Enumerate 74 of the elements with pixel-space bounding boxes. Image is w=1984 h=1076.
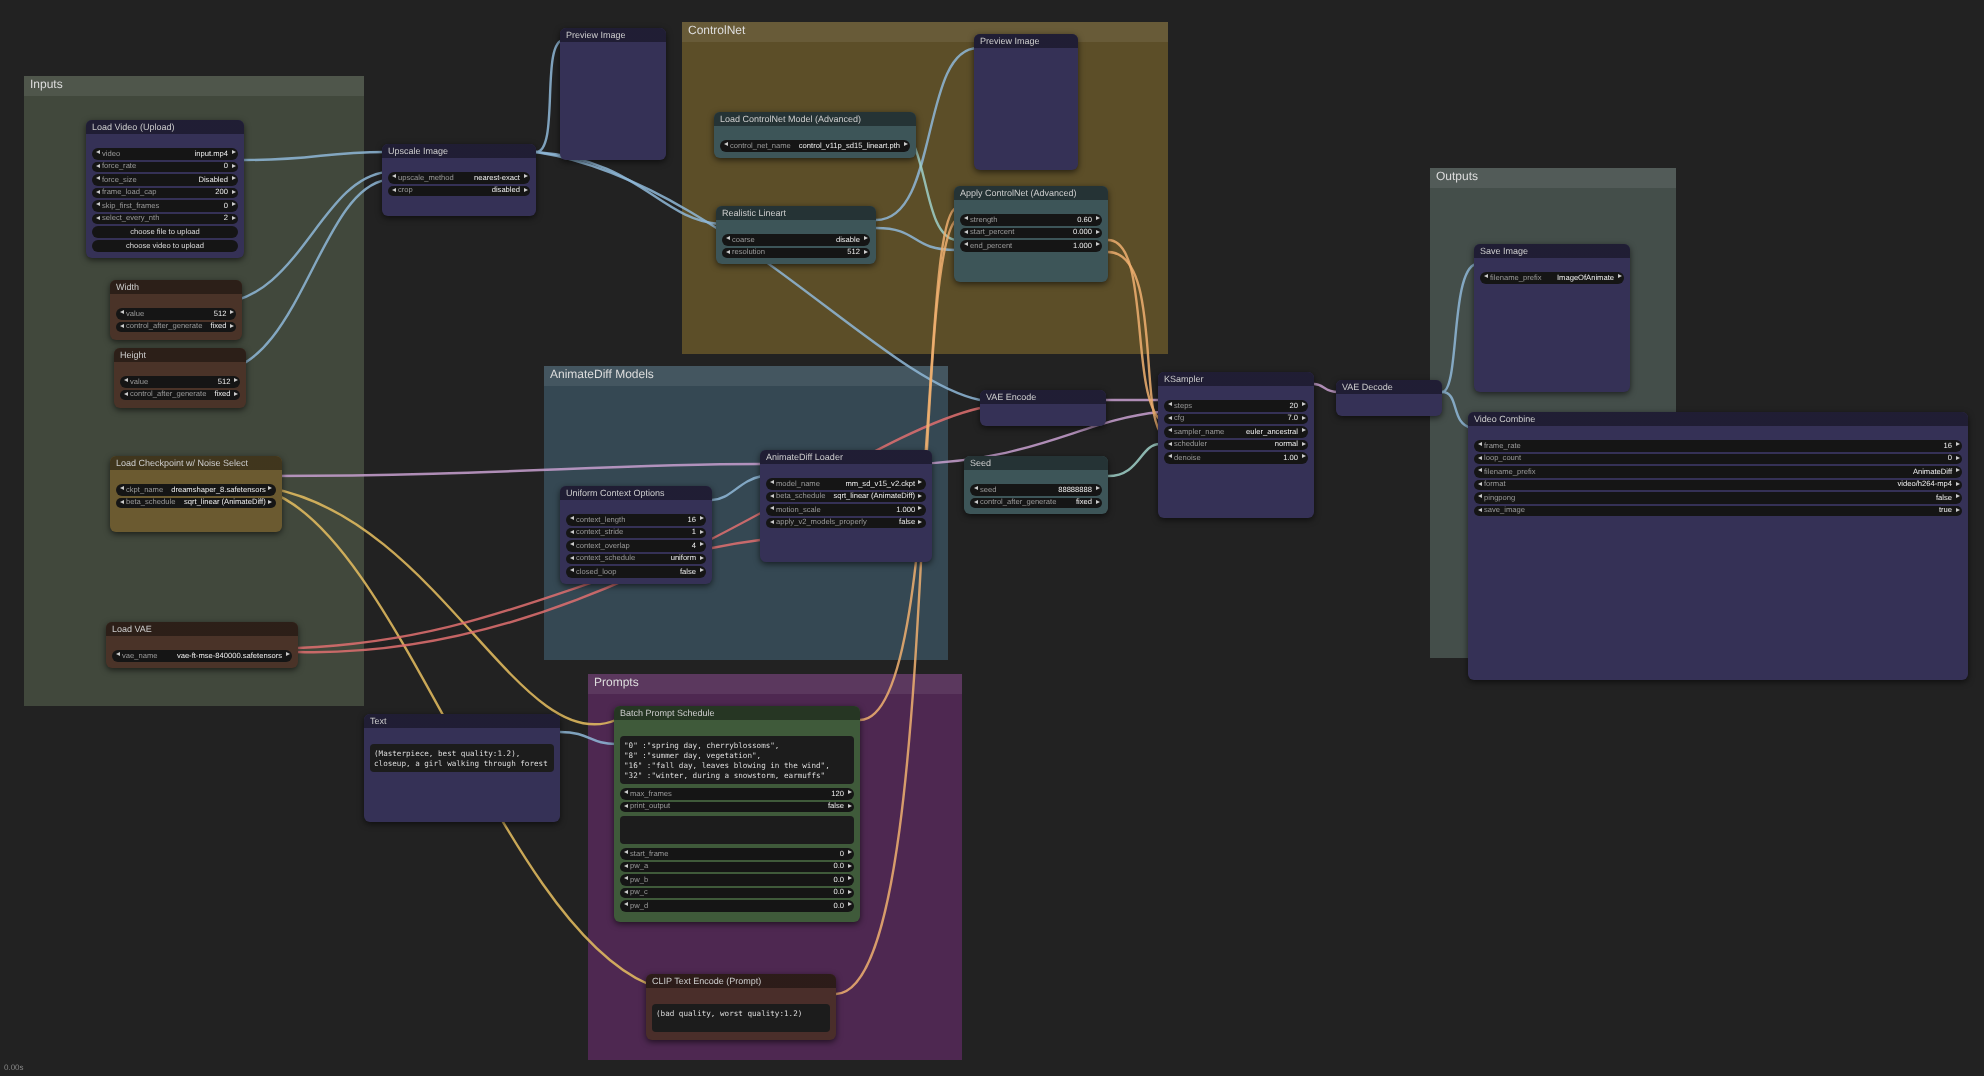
right-arrow-icon[interactable]	[863, 249, 867, 254]
right-arrow-icon[interactable]	[229, 323, 234, 328]
right-arrow-icon[interactable]	[847, 850, 851, 855]
right-arrow-icon[interactable]	[229, 310, 234, 315]
right-arrow-icon[interactable]	[1955, 455, 1959, 460]
right-arrow-icon[interactable]	[1301, 454, 1305, 459]
right-arrow-icon[interactable]	[699, 568, 703, 573]
right-arrow-icon[interactable]	[699, 516, 703, 521]
right-arrow-icon[interactable]	[1955, 481, 1959, 486]
left-arrow-icon[interactable]	[95, 163, 99, 168]
left-arrow-icon[interactable]	[1477, 507, 1481, 512]
right-arrow-icon[interactable]	[847, 902, 851, 907]
right-arrow-icon[interactable]	[233, 391, 238, 396]
right-arrow-icon[interactable]	[231, 150, 235, 155]
right-arrow-icon[interactable]	[1095, 486, 1099, 491]
left-arrow-icon[interactable]	[119, 499, 123, 504]
left-arrow-icon[interactable]	[769, 519, 773, 524]
left-arrow-icon[interactable]	[623, 803, 627, 808]
left-arrow-icon[interactable]	[569, 529, 573, 534]
connection-wire	[1313, 382, 1339, 394]
left-arrow-icon[interactable]	[1167, 415, 1171, 420]
right-arrow-icon[interactable]	[847, 790, 851, 795]
right-arrow-icon[interactable]	[1095, 229, 1099, 234]
right-arrow-icon[interactable]	[231, 176, 235, 181]
right-arrow-icon[interactable]	[231, 215, 235, 220]
right-arrow-icon[interactable]	[1955, 468, 1959, 473]
right-arrow-icon[interactable]	[1955, 442, 1959, 447]
right-arrow-icon[interactable]	[285, 652, 289, 657]
right-arrow-icon[interactable]	[523, 174, 527, 179]
left-arrow-icon[interactable]	[1477, 455, 1481, 460]
left-arrow-icon[interactable]	[1167, 441, 1171, 446]
right-arrow-icon[interactable]	[1301, 428, 1305, 433]
right-arrow-icon[interactable]	[903, 142, 907, 147]
right-arrow-icon[interactable]	[1617, 274, 1621, 279]
right-arrow-icon[interactable]	[1095, 242, 1099, 247]
left-arrow-icon[interactable]	[95, 215, 99, 220]
connection-wire	[244, 150, 386, 162]
right-arrow-icon[interactable]	[233, 378, 238, 383]
right-arrow-icon[interactable]	[1301, 402, 1305, 407]
right-arrow-icon[interactable]	[918, 506, 923, 511]
right-arrow-icon[interactable]	[918, 480, 923, 485]
right-arrow-icon[interactable]	[918, 519, 923, 524]
left-arrow-icon[interactable]	[95, 189, 99, 194]
left-arrow-icon[interactable]	[973, 499, 977, 504]
left-arrow-icon[interactable]	[1477, 481, 1481, 486]
left-arrow-icon[interactable]	[119, 323, 123, 328]
right-arrow-icon[interactable]	[847, 889, 851, 894]
right-arrow-icon[interactable]	[1301, 415, 1305, 420]
right-arrow-icon[interactable]	[1955, 507, 1959, 512]
right-arrow-icon[interactable]	[918, 493, 923, 498]
right-arrow-icon[interactable]	[231, 163, 235, 168]
right-arrow-icon[interactable]	[268, 499, 273, 504]
right-arrow-icon[interactable]	[1301, 441, 1305, 446]
right-arrow-icon[interactable]	[231, 189, 235, 194]
right-arrow-icon[interactable]	[863, 236, 867, 241]
right-arrow-icon[interactable]	[847, 876, 851, 881]
right-arrow-icon[interactable]	[1955, 494, 1959, 499]
left-arrow-icon[interactable]	[623, 889, 627, 894]
left-arrow-icon[interactable]	[123, 391, 127, 396]
left-arrow-icon[interactable]	[769, 493, 773, 498]
left-arrow-icon[interactable]	[623, 863, 627, 868]
right-arrow-icon[interactable]	[231, 202, 235, 207]
right-arrow-icon[interactable]	[1095, 216, 1099, 221]
right-arrow-icon[interactable]	[699, 542, 703, 547]
right-arrow-icon[interactable]	[523, 187, 527, 192]
right-arrow-icon[interactable]	[847, 863, 851, 868]
left-arrow-icon[interactable]	[725, 249, 729, 254]
left-arrow-icon[interactable]	[391, 187, 395, 192]
right-arrow-icon[interactable]	[699, 555, 703, 560]
left-arrow-icon[interactable]	[569, 555, 573, 560]
right-arrow-icon[interactable]	[847, 803, 851, 808]
left-arrow-icon[interactable]	[963, 229, 967, 234]
right-arrow-icon[interactable]	[699, 529, 703, 534]
right-arrow-icon[interactable]	[1095, 499, 1099, 504]
